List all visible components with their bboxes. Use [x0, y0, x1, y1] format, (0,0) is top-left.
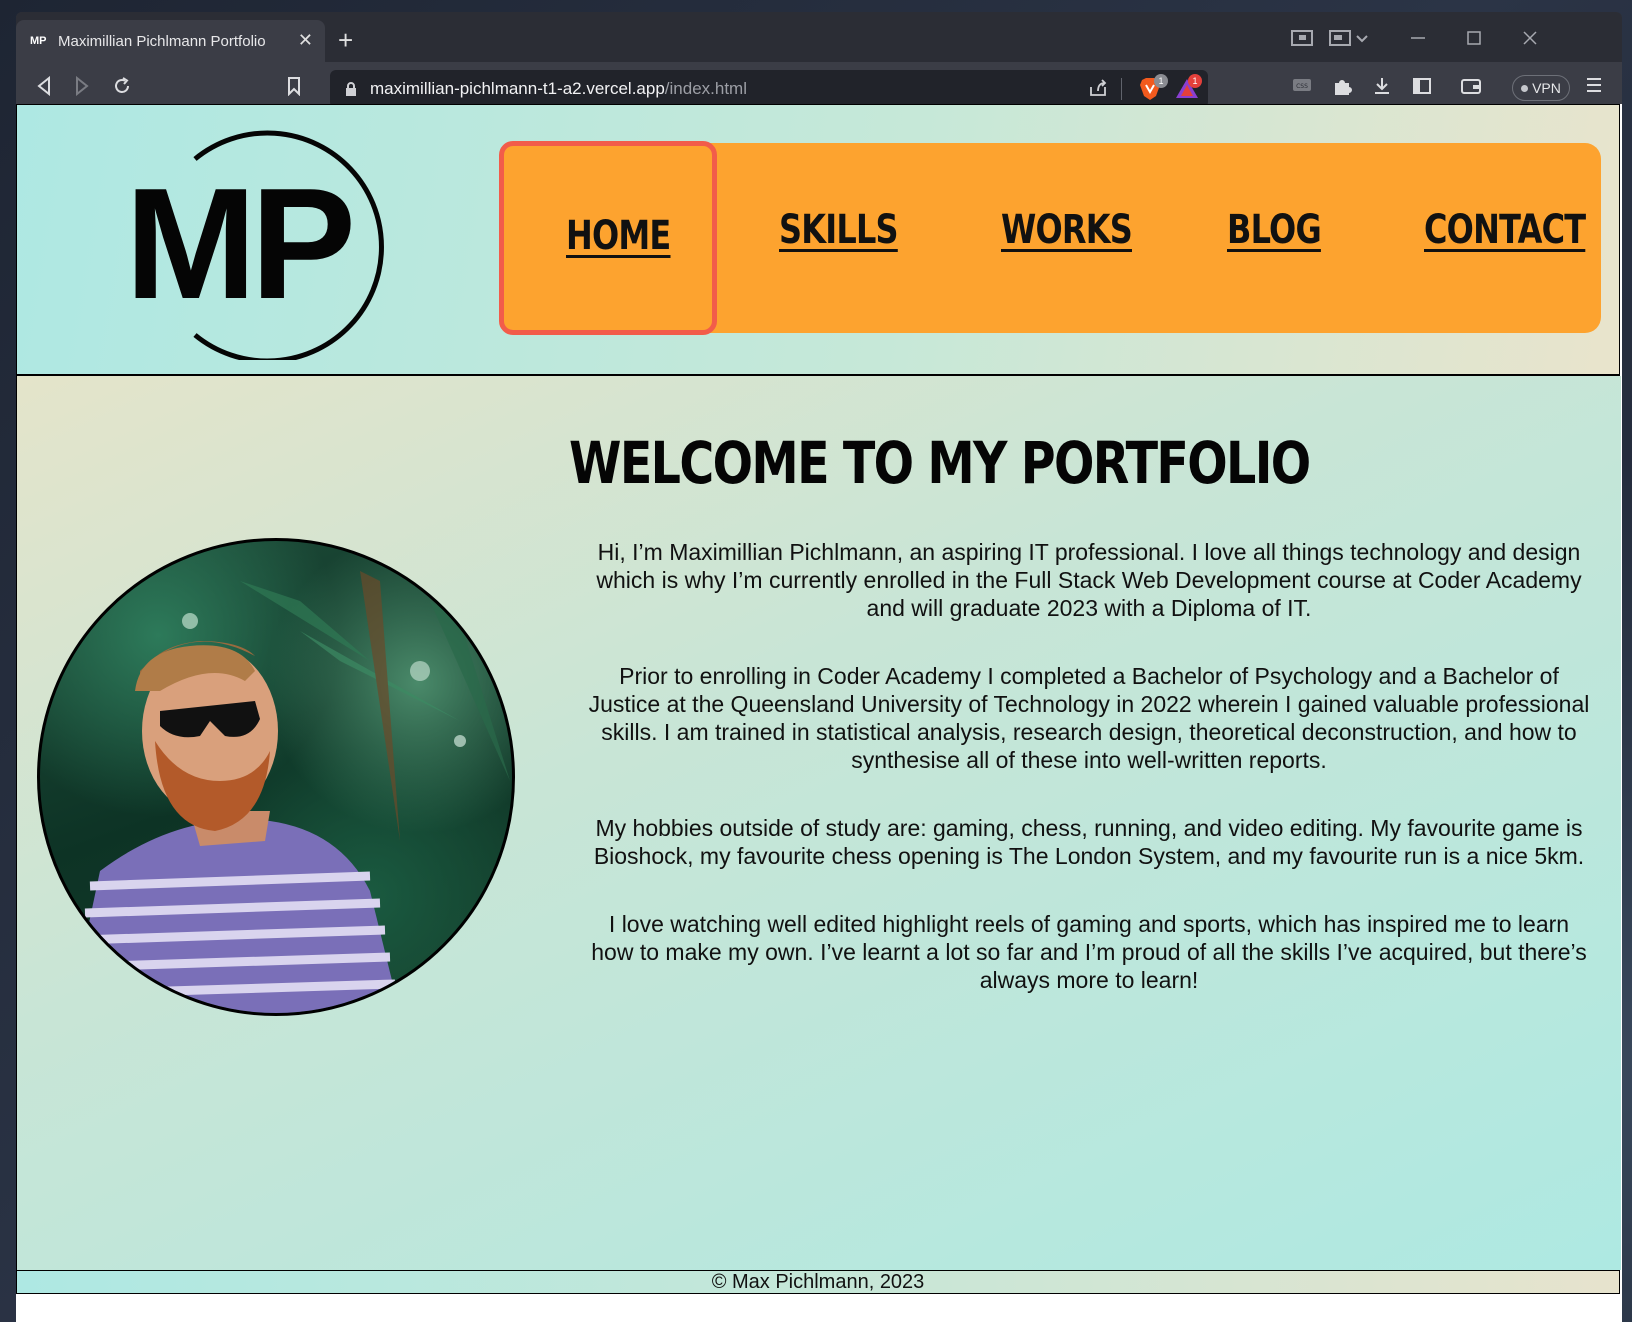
forward-icon[interactable]	[74, 75, 90, 102]
main-nav: HOME SKILLS WORKS BLOG CONTACT	[499, 141, 1601, 335]
vpn-button[interactable]: VPN	[1512, 75, 1570, 101]
bio-paragraph: Prior to enrolling in Coder Academy I co…	[588, 663, 1590, 773]
reload-icon[interactable]	[112, 76, 132, 102]
copyright-text: © Max Pichlmann, 2023	[711, 1271, 925, 1293]
lock-icon	[346, 82, 356, 96]
main-content: WELCOME TO MY PORTFOLIO Hi, I’m Maximill…	[16, 376, 1621, 1270]
nav-home[interactable]: HOME	[566, 211, 671, 261]
brave-rewards-badge: 1	[1188, 74, 1202, 88]
browser-window: MP Maximillian Pichlmann Portfolio ✕ + m…	[16, 12, 1622, 1322]
browser-tab[interactable]: MP Maximillian Pichlmann Portfolio ✕	[16, 20, 325, 62]
brave-shields-badge: 1	[1154, 74, 1168, 88]
svg-text:CSS: CSS	[1296, 83, 1308, 90]
maximize-icon[interactable]	[1466, 30, 1482, 51]
nav-contact[interactable]: CONTACT	[1424, 205, 1586, 255]
nav-skills[interactable]: SKILLS	[779, 205, 899, 255]
bio-paragraph: I love watching well edited highlight re…	[591, 911, 1587, 993]
url-path: /index.html	[664, 79, 747, 98]
bio-paragraph: Hi, I’m Maximillian Pichlmann, an aspiri…	[596, 539, 1582, 621]
back-icon[interactable]	[36, 75, 52, 102]
minimize-icon[interactable]	[1410, 30, 1426, 51]
logo-text: MP	[125, 156, 356, 332]
bio-paragraph: My hobbies outside of study are: gaming,…	[593, 815, 1585, 869]
tab-favicon: MP	[30, 35, 47, 47]
site-footer: © Max Pichlmann, 2023	[16, 1270, 1620, 1294]
nav-blog[interactable]: BLOG	[1227, 205, 1322, 255]
menu-icon[interactable]	[1586, 76, 1602, 100]
css-icon[interactable]: CSS	[1292, 78, 1312, 102]
picture-in-picture-icon[interactable]	[1291, 30, 1313, 51]
bookmark-icon[interactable]	[286, 76, 302, 102]
url-host: maximillian-pichlmann-t1-a2.vercel.app	[370, 79, 665, 98]
brave-rewards-icon[interactable]: 1	[1174, 74, 1202, 101]
close-window-icon[interactable]	[1522, 30, 1538, 51]
vpn-status-icon	[1521, 84, 1529, 92]
tab-strip: MP Maximillian Pichlmann Portfolio ✕ +	[16, 12, 1622, 62]
mp-logo[interactable]: MP	[107, 125, 397, 360]
sidebar-icon[interactable]	[1412, 76, 1432, 102]
share-icon[interactable]	[1088, 79, 1108, 102]
tab-close-icon[interactable]: ✕	[298, 30, 313, 51]
profile-photo	[37, 538, 515, 1016]
brave-shields-icon[interactable]: 1	[1138, 74, 1168, 102]
wallet-icon[interactable]	[1460, 76, 1482, 102]
site-header: MP HOME SKILLS WORKS BLOG CONTACT	[16, 104, 1620, 376]
address-bar[interactable]: maximillian-pichlmann-t1-a2.vercel.app/i…	[330, 70, 1208, 108]
tab-title: Maximillian Pichlmann Portfolio	[58, 32, 266, 50]
profile-photo-illustration	[70, 571, 510, 1013]
extensions-icon[interactable]	[1332, 76, 1352, 102]
vpn-label: VPN	[1532, 80, 1561, 96]
bio-text: Hi, I’m Maximillian Pichlmann, an aspiri…	[587, 538, 1591, 1034]
url-separator	[1121, 78, 1122, 100]
new-tab-button[interactable]: +	[338, 27, 353, 53]
tab-search-icon[interactable]	[1329, 30, 1371, 51]
nav-works[interactable]: WORKS	[1001, 205, 1133, 255]
download-icon[interactable]	[1372, 76, 1392, 102]
page-viewport: MP HOME SKILLS WORKS BLOG CONTACT WELCOM…	[16, 104, 1622, 1322]
page-title: WELCOME TO MY PORTFOLIO	[569, 429, 1311, 497]
